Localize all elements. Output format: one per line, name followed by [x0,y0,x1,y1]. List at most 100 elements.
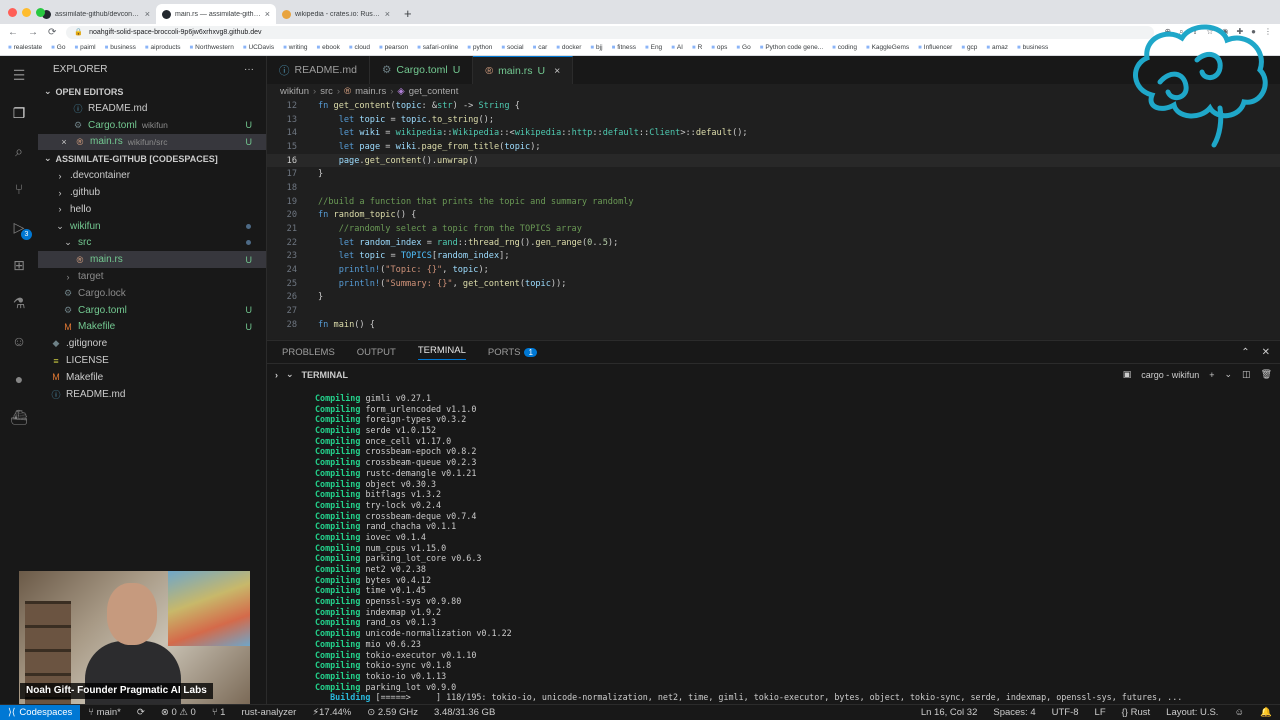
bookmark-item[interactable]: business [1017,44,1049,51]
bookmark-item[interactable]: car [533,44,547,51]
minimize-window-button[interactable] [22,8,31,17]
open-editor-item[interactable]: ⓘ README.md [38,100,266,117]
tree-file[interactable]: M Makefile [38,369,266,386]
encoding[interactable]: UTF-8 [1044,707,1087,718]
terminal-name[interactable]: cargo - wikifun [1141,370,1199,380]
tree-folder[interactable]: › .devcontainer [38,167,266,184]
docker-icon[interactable]: ⛴ [8,406,30,428]
close-window-button[interactable] [8,8,17,17]
bookmark-item[interactable]: KaggleGems [866,44,910,51]
code-line[interactable]: 19 //build a function that prints the top… [267,195,1280,209]
trash-icon[interactable]: 🗑 [1261,369,1272,380]
run-debug-icon[interactable]: ▷ 3 [8,216,32,240]
code-line[interactable]: 27 [267,304,1280,318]
tree-folder[interactable]: › .github [38,184,266,201]
tree-file[interactable]: ≡ LICENSE [38,352,266,369]
reload-icon[interactable]: ⟳ [48,27,56,38]
bookmark-item[interactable]: docker [556,44,582,51]
memory-indicator[interactable]: 3.48/31.36 GB [426,707,503,718]
bookmark-item[interactable]: UCDavis [243,44,274,51]
browser-tab[interactable]: wikipedia - crates.io: Rust Pack × [276,4,396,24]
workspace-section[interactable]: ⌄ ASSIMILATE-GITHUB [CODESPACES] [38,150,266,167]
bookmark-item[interactable]: ops [711,44,727,51]
tree-file[interactable]: ◆ .gitignore [38,335,266,352]
code-line[interactable]: 26} [267,291,1280,305]
back-icon[interactable]: ← [8,27,18,38]
breadcrumb-item[interactable]: wikifun [280,86,309,97]
forward-icon[interactable]: → [28,27,38,38]
tree-file[interactable]: ⓘ README.md [38,386,266,403]
new-tab-button[interactable]: + [396,6,420,24]
code-line[interactable]: 21 //randomly select a topic from the TO… [267,222,1280,236]
bookmark-item[interactable]: amaz [986,44,1008,51]
chevron-down-icon[interactable]: ⌄ [286,369,294,380]
breadcrumb-item[interactable]: src [320,86,333,97]
open-editor-item[interactable]: ⚙ Cargo.toml wikifun U [38,117,266,134]
tree-folder[interactable]: › target [38,268,266,285]
extensions-icon[interactable]: ⊞ [8,254,30,276]
code-line[interactable]: 28 fn main() { [267,318,1280,332]
freq-indicator[interactable]: ⊙ 2.59 GHz [359,707,426,718]
bookmark-item[interactable]: coding [832,44,857,51]
bookmark-item[interactable]: R [692,44,703,51]
close-tab-icon[interactable]: × [385,9,390,19]
indentation[interactable]: Spaces: 4 [985,707,1043,718]
tree-file[interactable]: M Makefile U [38,319,266,336]
code-line[interactable]: 25 println!("Summary: {}", get_content(t… [267,277,1280,291]
new-terminal-icon[interactable]: + [1209,370,1214,380]
close-tab-icon[interactable]: × [265,9,270,19]
close-panel-icon[interactable]: ✕ [1262,347,1270,358]
explorer-more-icon[interactable]: ··· [244,64,254,75]
open-editor-item-active[interactable]: × ® main.rs wikifun/src U [38,133,266,151]
code-line[interactable]: 20 fn random_topic() { [267,209,1280,223]
breadcrumb-item[interactable]: get_content [409,86,459,97]
rust-analyzer-status[interactable]: rust-analyzer [233,707,304,718]
bookmark-item[interactable]: business [105,44,136,51]
tree-folder[interactable]: ⌄ wikifun [38,218,266,235]
source-control-icon[interactable]: ⑂ [8,178,30,200]
github-icon[interactable]: ● [8,368,30,390]
code-line[interactable]: 17} [267,167,1280,181]
close-tab-icon[interactable]: × [145,9,150,19]
browser-tab[interactable]: assimilate-github/devcontain × [36,4,156,24]
bookmark-item[interactable]: paiml [74,44,96,51]
close-icon[interactable]: × [58,137,70,147]
breadcrumb-item[interactable]: main.rs [355,86,386,97]
tab-problems[interactable]: PROBLEMS [282,347,335,358]
tree-folder[interactable]: ⌄ src [38,235,266,252]
bookmark-item[interactable]: fitness [612,44,636,51]
bookmark-item[interactable]: python [467,44,493,51]
chevron-down-icon[interactable]: ⌄ [1225,369,1233,380]
line-ending[interactable]: LF [1087,707,1114,718]
maximize-window-button[interactable] [36,8,45,17]
close-tab-icon[interactable]: × [554,65,560,77]
copilot-status-icon[interactable]: ☺ [1226,707,1252,718]
code-line[interactable]: 18 [267,181,1280,195]
bookmark-item[interactable]: AI [671,44,683,51]
bookmark-item[interactable]: Go [736,44,751,51]
explorer-icon[interactable]: ❐ [8,102,30,124]
chevron-right-icon[interactable]: › [275,370,278,380]
tree-file[interactable]: ⚙ Cargo.lock [38,285,266,302]
tab-terminal[interactable]: TERMINAL [417,345,466,360]
bookmark-item[interactable]: safari-online [417,44,458,51]
bookmark-item[interactable]: Northwestern [190,44,234,51]
bookmark-item[interactable]: Eng [645,44,663,51]
cpu-indicator[interactable]: ⚡17.44% [304,707,359,718]
bookmark-item[interactable]: gcp [961,44,977,51]
bookmark-item[interactable]: realestate [8,44,43,51]
bookmark-item[interactable]: ebook [317,44,340,51]
keyboard-layout[interactable]: Layout: U.S. [1158,707,1226,718]
split-terminal-icon[interactable]: ◫ [1242,369,1251,380]
menu-icon[interactable]: ☰ [8,64,30,86]
bookmark-item[interactable]: Go [51,44,66,51]
code-line[interactable]: 24 println!("Topic: {}", topic); [267,263,1280,277]
code-line[interactable]: 16 page.get_content().unwrap() [267,153,1280,168]
problems-indicator[interactable]: ⊗ 0 ⚠ 0 [153,707,204,718]
notifications-icon[interactable]: 🔔 [1252,707,1280,718]
browser-tab-active[interactable]: main.rs — assimilate-github [C × [156,4,276,24]
copilot-icon[interactable]: ☺ [8,330,30,352]
editor-tab-active[interactable]: ® main.rs U × [473,56,574,84]
tab-output[interactable]: OUTPUT [357,347,396,358]
branch-indicator[interactable]: ⑂ main* [80,707,129,718]
